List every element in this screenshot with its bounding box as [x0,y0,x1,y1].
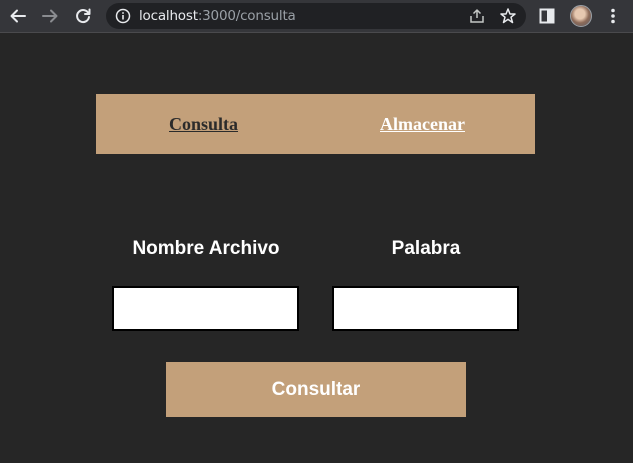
back-button[interactable] [6,5,30,27]
url-text: localhost:3000/consulta [139,8,296,24]
side-panel-icon[interactable] [539,8,555,24]
url-host: localhost [139,8,198,24]
consultar-button[interactable]: Consultar [166,362,466,417]
url-path: :3000/consulta [197,8,296,24]
main-navbar: Consulta Almacenar [96,94,535,154]
nombre-archivo-input[interactable] [112,286,299,331]
nav-link-consulta[interactable]: Consulta [169,114,238,135]
nav-link-almacenar[interactable]: Almacenar [380,114,465,135]
nombre-archivo-label: Nombre Archivo [132,238,280,259]
share-icon[interactable] [468,7,486,25]
address-bar[interactable]: localhost:3000/consulta [106,3,526,29]
reload-icon [76,8,91,24]
more-vert-icon[interactable] [607,7,619,25]
palabra-input[interactable] [332,286,519,331]
palabra-label: Palabra [391,238,461,259]
browser-toolbar: localhost:3000/consulta [0,0,633,33]
info-icon[interactable] [115,8,131,24]
arrow-right-icon [42,9,58,23]
reload-button[interactable] [71,5,95,27]
star-icon[interactable] [499,7,517,25]
forward-button[interactable] [38,5,62,27]
arrow-left-icon [10,9,26,23]
profile-avatar[interactable] [570,5,592,27]
